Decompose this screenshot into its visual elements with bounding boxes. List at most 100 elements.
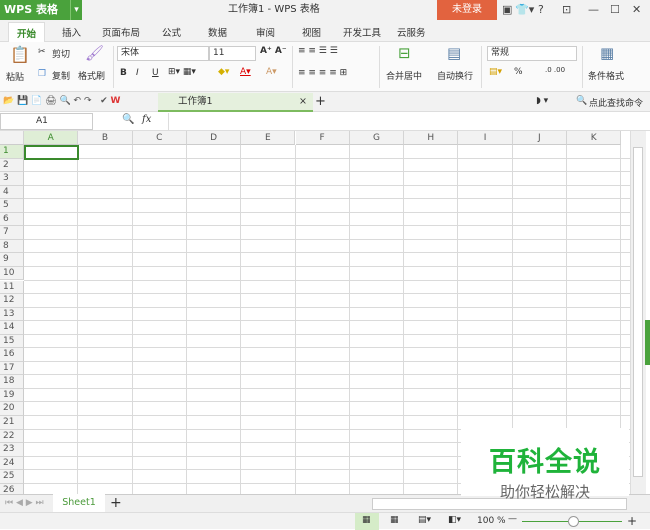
paste-button[interactable]: 粘贴 [6,70,24,83]
row-header[interactable]: 12 [0,294,24,308]
decimal-icon[interactable]: .0 .00 [545,66,565,74]
normal-view-icon[interactable]: ▦ [362,515,371,525]
app-menu-button[interactable]: WPS 表格 ▾ [0,0,82,20]
row-header[interactable]: 2 [0,158,24,173]
tab-2[interactable]: 页面布局 [102,25,140,39]
percent-button[interactable]: % [514,67,523,77]
column-header[interactable]: F [295,131,350,145]
row-header[interactable]: 3 [0,172,24,186]
add-sheet-button[interactable]: + [110,495,122,511]
column-header[interactable]: G [349,131,405,145]
sheet-tab[interactable]: Sheet1 [53,494,105,512]
column-header[interactable]: H [404,131,459,145]
copy-button[interactable]: 复制 [52,69,70,82]
align-left-icon[interactable]: ≡ ≡ ≡ ≡ ⊞ [298,68,347,78]
row-header[interactable]: 16 [0,348,24,362]
row-header[interactable]: 10 [0,266,24,281]
login-button[interactable]: 未登录 [437,0,497,20]
row-header[interactable]: 18 [0,375,24,389]
grow-font-icon[interactable]: A⁺ A⁻ [260,46,287,56]
zoom-in-button[interactable]: + [627,514,637,528]
align-top-icon[interactable]: ≡ ≡ ☰ ☰ [298,46,338,56]
name-box[interactable]: A1 [0,113,93,130]
column-header[interactable]: J [512,131,567,145]
merge-icon[interactable]: ⊟ [398,44,411,62]
row-header[interactable]: 25 [0,470,24,484]
new-tab-button[interactable]: + [315,94,326,109]
column-header[interactable]: D [186,131,242,145]
fx-button[interactable]: fx [142,114,151,125]
row-header[interactable]: 24 [0,456,24,471]
italic-button[interactable]: I [136,68,139,78]
tab-0[interactable]: 开始 [8,22,46,42]
row-header[interactable]: 21 [0,416,24,430]
tab-1[interactable]: 插入 [62,25,81,39]
column-header[interactable]: C [132,131,187,145]
clear-format-icon[interactable]: A▾ [266,67,277,77]
skin-icon[interactable]: ▣ [502,0,512,20]
row-header[interactable]: 9 [0,253,24,267]
row-header[interactable]: 15 [0,334,24,349]
font-select[interactable]: 宋体 [117,46,209,61]
row-header[interactable]: 4 [0,185,24,200]
row-header[interactable]: 1 [0,145,24,159]
help-button[interactable]: ? [538,0,544,20]
tab-7[interactable]: 开发工具 [343,25,381,39]
underline-button[interactable]: U [152,68,159,78]
row-header[interactable]: 14 [0,321,24,335]
column-header[interactable]: B [78,131,133,145]
tab-5[interactable]: 审阅 [256,25,275,39]
brush-icon[interactable]: 🖌 [85,44,104,62]
number-format-select[interactable]: 常规 [487,46,577,61]
row-header[interactable]: 13 [0,307,24,322]
cut-button[interactable]: 剪切 [52,47,70,60]
zoom-icon[interactable]: 🔍 [122,114,134,125]
wrap-button[interactable]: 自动换行 [437,69,473,82]
row-header[interactable]: 8 [0,239,24,254]
tab-4[interactable]: 数据 [208,25,227,39]
shirt-icon[interactable]: 👕▾ [515,0,534,20]
close-button[interactable]: ✕ [632,0,641,20]
document-tab[interactable]: 工作簿1 × [158,93,313,112]
paste-icon[interactable]: 📋 [10,45,30,64]
column-header[interactable]: I [458,131,513,145]
active-cell[interactable] [24,145,80,160]
column-header[interactable]: E [241,131,296,145]
fill-color-icon[interactable]: ◆▾ [218,67,229,77]
format-painter-button[interactable]: 格式刷 [78,69,105,82]
formula-input[interactable] [168,113,650,130]
row-header[interactable]: 6 [0,212,24,227]
copy-icon[interactable]: ❐ [38,69,46,79]
minimize-button[interactable]: — [588,0,599,20]
command-search[interactable]: 点此查找命令 [589,96,643,109]
row-header[interactable]: 20 [0,402,24,416]
reading-view-icon[interactable]: ▤▾ [418,515,431,525]
column-header[interactable]: K [567,131,622,145]
sheet-nav-icon[interactable]: ⏮ ◀ ▶ ⏭ [5,498,44,508]
zoom-out-button[interactable]: — [508,514,517,524]
chevron-down-icon[interactable]: ▾ [70,0,82,20]
zoom-level[interactable]: 100 % [477,516,506,526]
select-all-corner[interactable] [0,131,24,145]
tab-6[interactable]: 视图 [302,25,321,39]
row-header[interactable]: 7 [0,226,24,240]
search-icon[interactable]: 🔍 [576,96,587,106]
maximize-button[interactable]: ☐ [610,0,620,20]
tab-8[interactable]: 云服务 [397,25,426,39]
merge-button[interactable]: 合并居中 [386,69,422,82]
cut-icon[interactable]: ✂ [38,47,46,57]
border-icon[interactable]: ⊞▾ ▦▾ [168,67,196,77]
page-break-view-icon[interactable]: ▦ [390,515,399,525]
font-size-select[interactable]: 11 [209,46,256,61]
row-header[interactable]: 11 [0,280,24,295]
column-header[interactable]: A [24,131,79,145]
settings-icon[interactable]: ◗ ▾ [536,96,548,106]
conditional-format-button[interactable]: 条件格式 [588,69,624,82]
side-panel-handle[interactable] [645,320,650,365]
wrap-icon[interactable]: ▤ [447,44,461,62]
tab-3[interactable]: 公式 [162,25,181,39]
conditional-format-icon[interactable]: ▦ [600,44,614,62]
zoom-slider-handle[interactable] [568,516,579,527]
row-header[interactable]: 5 [0,199,24,213]
row-header[interactable]: 23 [0,443,24,457]
